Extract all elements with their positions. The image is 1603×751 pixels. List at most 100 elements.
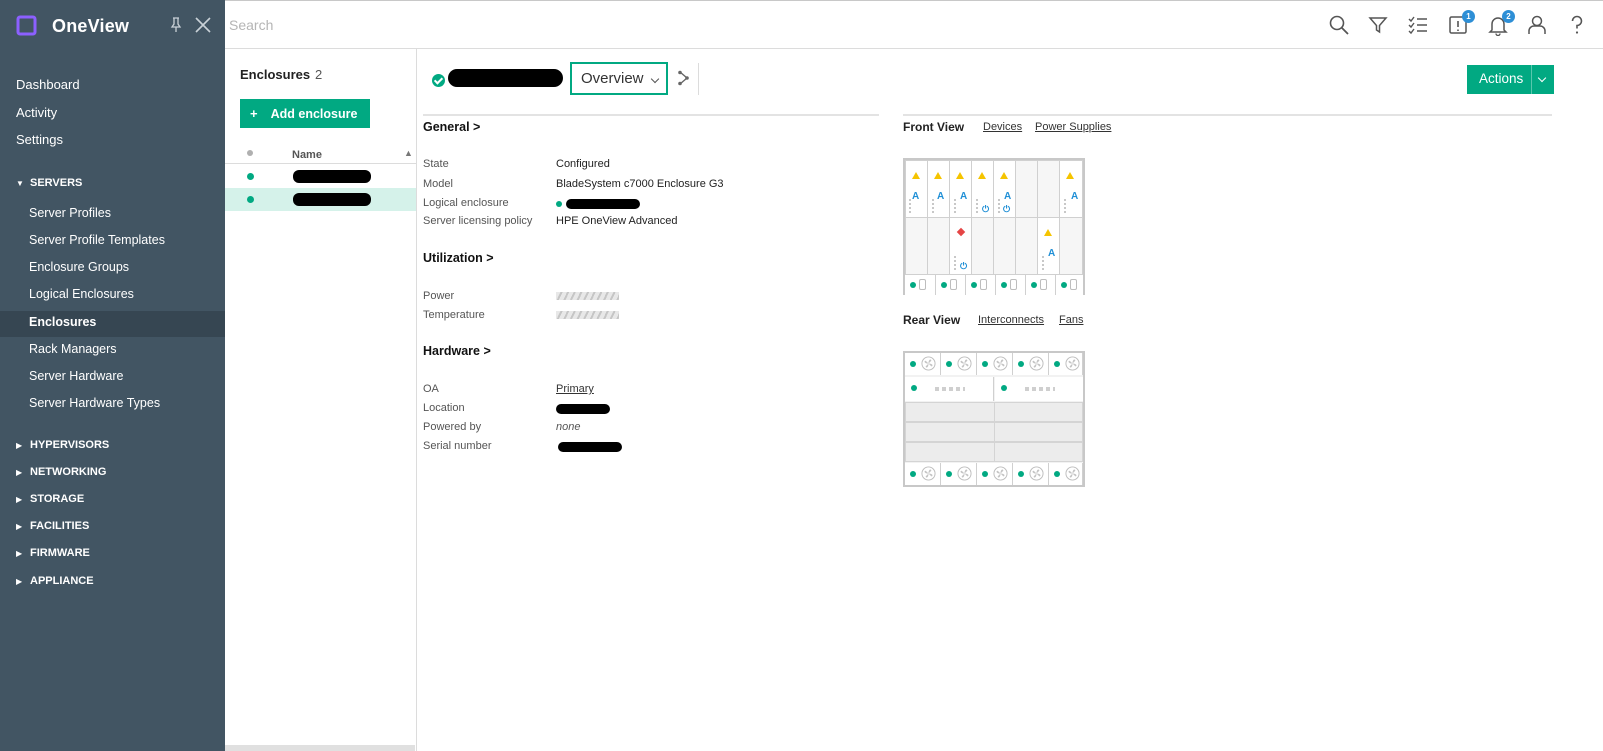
nav-logical-enclosures[interactable]: Logical Enclosures — [29, 287, 134, 301]
nav-server-profiles[interactable]: Server Profiles — [29, 206, 111, 220]
view-selector[interactable]: Overview — [570, 62, 668, 95]
device-bay-7[interactable] — [1037, 160, 1060, 218]
fan-bay-4[interactable] — [1013, 353, 1049, 375]
devices-link[interactable]: Devices — [983, 121, 1022, 133]
fan-bay-2[interactable] — [941, 353, 977, 375]
device-bay-8[interactable]: А — [1059, 160, 1083, 218]
user-icon[interactable] — [1526, 14, 1548, 36]
fan-bay-3[interactable] — [977, 353, 1013, 375]
device-bay-13[interactable] — [993, 217, 1016, 275]
nav-section-servers[interactable]: ▼ SERVERS — [16, 177, 82, 189]
power-supply-1[interactable] — [905, 275, 935, 295]
close-icon[interactable] — [194, 16, 212, 34]
oa-link[interactable]: Primary — [556, 383, 594, 395]
device-bay-10[interactable] — [927, 217, 950, 275]
list-item-selected[interactable] — [225, 188, 416, 211]
interconnect-bay-4[interactable] — [994, 402, 1083, 422]
device-bay-12[interactable] — [971, 217, 994, 275]
sort-ascending-icon[interactable]: ▲ — [404, 148, 413, 158]
interconnect-bay-6[interactable] — [994, 422, 1083, 442]
fan-bay-6[interactable] — [905, 463, 941, 485]
nav-section-storage[interactable]: ▶ STORAGE — [16, 493, 84, 505]
nav-activity[interactable]: Activity — [16, 105, 57, 120]
licensing-policy-value: HPE OneView Advanced — [556, 215, 678, 227]
hardware-section-title[interactable]: Hardware > — [423, 344, 491, 358]
device-bay-4[interactable]: ⏻ — [971, 160, 994, 218]
status-ok-icon — [946, 361, 952, 367]
interconnect-bay-7[interactable] — [905, 442, 995, 462]
add-enclosure-button[interactable]: + Add enclosure — [240, 99, 370, 128]
left-section-divider — [423, 114, 879, 116]
nav-section-firmware[interactable]: ▶ FIRMWARE — [16, 547, 90, 559]
list-item[interactable] — [225, 165, 416, 188]
device-bay-14[interactable] — [1015, 217, 1038, 275]
fan-bay-9[interactable] — [1013, 463, 1049, 485]
help-icon[interactable] — [1566, 14, 1588, 36]
device-bay-15[interactable]: А — [1037, 217, 1060, 275]
device-bay-1[interactable]: А — [905, 160, 928, 218]
nav-server-hardware-types[interactable]: Server Hardware Types — [29, 396, 160, 410]
fan-bay-5[interactable] — [1049, 353, 1083, 375]
status-ok-icon — [982, 471, 988, 477]
device-bay-5[interactable]: А ⏻ — [993, 160, 1016, 218]
interconnect-bay-5[interactable] — [905, 422, 995, 442]
device-bay-6[interactable] — [1015, 160, 1038, 218]
nav-section-facilities[interactable]: ▶ FACILITIES — [16, 520, 89, 532]
power-supply-4[interactable] — [995, 275, 1025, 295]
plug-icon — [950, 279, 957, 290]
interconnect-bay-2[interactable] — [995, 377, 1083, 401]
actions-button[interactable]: Actions — [1467, 65, 1554, 94]
interconnect-bay-1[interactable] — [905, 377, 994, 401]
logical-enclosure-link-redacted[interactable] — [566, 199, 640, 209]
fan-icon — [957, 356, 972, 371]
search-icon[interactable] — [1328, 14, 1350, 36]
device-bay-16[interactable] — [1059, 217, 1083, 275]
interconnect-bay-3[interactable] — [905, 402, 995, 422]
nav-server-profile-templates[interactable]: Server Profile Templates — [29, 233, 165, 247]
status-ok-icon — [432, 74, 445, 87]
device-bay-2[interactable]: А — [927, 160, 950, 218]
search-input[interactable] — [229, 14, 729, 36]
fan-bay-8[interactable] — [977, 463, 1013, 485]
status-ok-icon — [910, 361, 916, 367]
device-bay-11[interactable]: ⏻ — [949, 217, 972, 275]
power-supply-5[interactable] — [1025, 275, 1055, 295]
nav-settings[interactable]: Settings — [16, 132, 63, 147]
fan-icon — [921, 356, 936, 371]
name-column-header[interactable]: Name — [292, 149, 322, 161]
nav-section-hypervisors[interactable]: ▶ HYPERVISORS — [16, 439, 109, 451]
alerts-button[interactable]: 1 — [1447, 10, 1475, 36]
power-supplies-link[interactable]: Power Supplies — [1035, 121, 1111, 133]
utilization-section-title[interactable]: Utilization > — [423, 251, 494, 265]
nav-section-networking[interactable]: ▶ NETWORKING — [16, 466, 106, 478]
share-icon[interactable] — [677, 70, 691, 86]
general-section-title[interactable]: General > — [423, 120, 480, 134]
fan-bay-7[interactable] — [941, 463, 977, 485]
notifications-button[interactable]: 2 — [1487, 10, 1515, 37]
nav-rack-managers[interactable]: Rack Managers — [29, 342, 117, 356]
warning-icon — [978, 172, 986, 179]
power-supply-3[interactable] — [965, 275, 995, 295]
interconnects-link[interactable]: Interconnects — [978, 314, 1044, 326]
oa-label: OA — [423, 383, 439, 395]
plug-icon — [1010, 279, 1017, 290]
device-bay-9[interactable] — [905, 217, 928, 275]
power-supply-2[interactable] — [935, 275, 965, 295]
horizontal-scrollbar[interactable] — [225, 745, 415, 751]
power-supply-6[interactable] — [1055, 275, 1083, 295]
interconnect-bay-8[interactable] — [994, 442, 1083, 462]
nav-dashboard[interactable]: Dashboard — [16, 77, 80, 92]
status-ok-icon — [946, 471, 952, 477]
fans-link[interactable]: Fans — [1059, 314, 1083, 326]
filter-icon[interactable] — [1367, 14, 1389, 36]
warning-icon — [1044, 229, 1052, 236]
nav-server-hardware[interactable]: Server Hardware — [29, 369, 123, 383]
pin-icon[interactable] — [167, 16, 185, 34]
checklist-icon[interactable] — [1407, 14, 1429, 36]
nav-section-appliance[interactable]: ▶ APPLIANCE — [16, 575, 94, 587]
nav-enclosure-groups[interactable]: Enclosure Groups — [29, 260, 129, 274]
fan-bay-10[interactable] — [1049, 463, 1083, 485]
fan-bay-1[interactable] — [905, 353, 941, 375]
nav-enclosures[interactable]: Enclosures — [29, 315, 96, 329]
device-bay-3[interactable]: А — [949, 160, 972, 218]
